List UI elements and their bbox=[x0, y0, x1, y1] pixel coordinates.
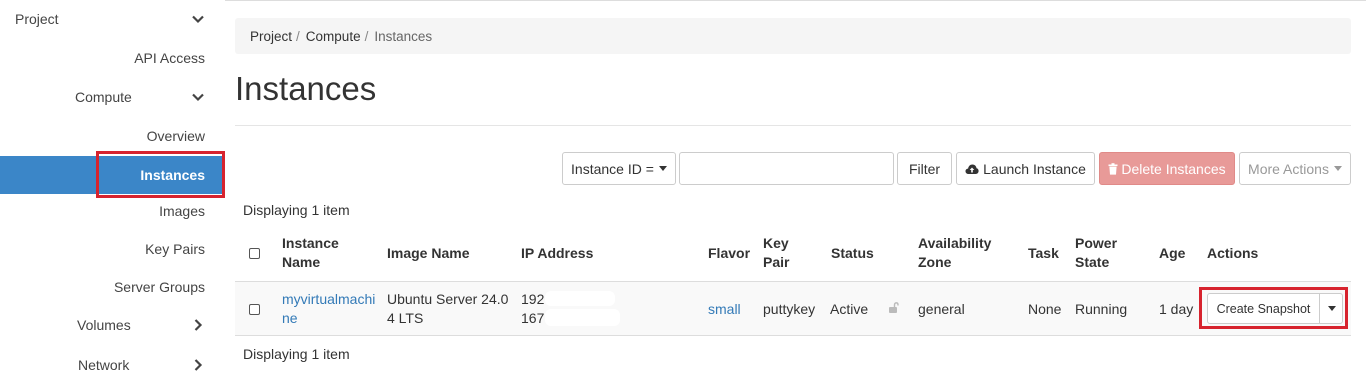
delete-instances-button[interactable]: Delete Instances bbox=[1099, 152, 1235, 185]
task-cell: None bbox=[1028, 301, 1062, 317]
breadcrumb-separator: / bbox=[364, 28, 369, 44]
availability-zone-cell: general bbox=[918, 301, 965, 317]
chevron-right-icon bbox=[194, 359, 203, 371]
sidebar-section-project-label: Project bbox=[15, 11, 59, 27]
cell-line: 4 LTS bbox=[387, 310, 424, 326]
sidebar-section-network[interactable]: Network bbox=[0, 346, 225, 384]
redacted-ip-mask bbox=[545, 291, 615, 306]
filter-field-select[interactable]: Instance ID = bbox=[562, 152, 676, 185]
age-cell: 1 day bbox=[1159, 301, 1194, 317]
launch-instance-button[interactable]: Launch Instance bbox=[956, 152, 1095, 185]
header-line: Zone bbox=[918, 254, 952, 270]
page-title: Instances bbox=[235, 70, 377, 107]
sidebar-item-label: API Access bbox=[134, 50, 205, 66]
cell-line: Ubuntu Server 24.0 bbox=[387, 291, 509, 307]
column-header-availability-zone[interactable]: Availability Zone bbox=[918, 234, 991, 272]
flavor-link[interactable]: small bbox=[708, 300, 741, 319]
cell-line: ne bbox=[282, 310, 298, 326]
sidebar-item-server-groups[interactable]: Server Groups bbox=[0, 268, 225, 306]
sidebar-section-compute[interactable]: Compute bbox=[0, 78, 225, 116]
sidebar-section-compute-label: Compute bbox=[75, 89, 132, 105]
highlight-box-instances bbox=[96, 151, 225, 198]
column-header-task[interactable]: Task bbox=[1028, 244, 1059, 263]
sidebar-item-label: Server Groups bbox=[113, 279, 205, 295]
status-cell: Active bbox=[830, 301, 869, 317]
instance-name-link[interactable]: myvirtualmachi ne bbox=[282, 290, 375, 328]
cell-line: 192 bbox=[521, 291, 545, 307]
filter-field-select-label: Instance ID = bbox=[571, 160, 654, 177]
sidebar-item-label: Images bbox=[159, 203, 205, 219]
caret-down-icon bbox=[658, 166, 667, 171]
chevron-right-icon bbox=[194, 319, 203, 331]
sidebar-item-key-pairs[interactable]: Key Pairs bbox=[0, 230, 225, 268]
sidebar-item-label: Overview bbox=[146, 128, 205, 144]
header-line: Key bbox=[763, 235, 789, 251]
display-count-bottom: Displaying 1 item bbox=[243, 346, 350, 362]
column-header-actions: Actions bbox=[1207, 245, 1259, 261]
sidebar-section-network-label: Network bbox=[78, 357, 130, 373]
display-count-top: Displaying 1 item bbox=[243, 202, 350, 218]
column-header-power-state[interactable]: Power State bbox=[1075, 234, 1117, 272]
sidebar-item-label: Key Pairs bbox=[145, 241, 205, 257]
sidebar-item-api-access[interactable]: API Access bbox=[0, 39, 225, 77]
filter-button[interactable]: Filter bbox=[897, 152, 952, 185]
delete-instances-label: Delete Instances bbox=[1121, 160, 1226, 177]
header-line: Power bbox=[1075, 235, 1118, 251]
cell-line: myvirtualmachi bbox=[282, 291, 376, 307]
chevron-down-icon bbox=[192, 93, 204, 102]
column-header-age[interactable]: Age bbox=[1159, 244, 1185, 263]
column-header-status[interactable]: Status bbox=[831, 244, 874, 263]
power-state-cell: Running bbox=[1075, 301, 1128, 317]
sidebar-item-overview[interactable]: Overview bbox=[0, 117, 225, 155]
breadcrumb: Project / Compute / Instances bbox=[235, 18, 1351, 54]
header-line: Name bbox=[282, 254, 321, 270]
breadcrumb-compute[interactable]: Compute bbox=[306, 29, 361, 44]
redacted-ip-mask bbox=[545, 309, 620, 326]
sidebar-section-volumes-label: Volumes bbox=[77, 317, 131, 333]
filter-button-label: Filter bbox=[908, 160, 941, 177]
row-select-checkbox[interactable] bbox=[249, 304, 260, 315]
key-pair-cell: puttykey bbox=[763, 301, 816, 317]
cell-line: 167 bbox=[521, 310, 545, 326]
cloud-upload-icon bbox=[965, 164, 979, 174]
chevron-down-icon bbox=[192, 15, 204, 24]
column-header-instance-name[interactable]: Instance Name bbox=[282, 234, 339, 272]
ip-address-cell: 192 167 bbox=[521, 290, 544, 328]
select-all-checkbox[interactable] bbox=[249, 248, 260, 259]
header-line: Instance bbox=[282, 235, 339, 251]
breadcrumb-project[interactable]: Project bbox=[250, 29, 292, 44]
more-actions-button[interactable]: More Actions bbox=[1239, 152, 1351, 185]
title-divider bbox=[235, 125, 1351, 126]
more-actions-label: More Actions bbox=[1248, 160, 1329, 177]
sidebar-section-project[interactable]: Project bbox=[0, 0, 225, 38]
breadcrumb-instances: Instances bbox=[374, 28, 433, 44]
sidebar-section-volumes[interactable]: Volumes bbox=[0, 306, 225, 344]
caret-down-icon bbox=[1333, 166, 1342, 171]
breadcrumb-separator: / bbox=[296, 28, 300, 44]
trash-icon bbox=[1108, 162, 1118, 175]
launch-instance-label: Launch Instance bbox=[983, 160, 1086, 177]
highlight-box-create-snapshot bbox=[1199, 287, 1348, 329]
column-header-image-name[interactable]: Image Name bbox=[387, 244, 469, 263]
unlock-icon bbox=[889, 302, 899, 313]
filter-input[interactable] bbox=[679, 152, 894, 185]
header-line: Pair bbox=[763, 254, 790, 270]
image-name-cell: Ubuntu Server 24.0 4 LTS bbox=[387, 290, 508, 328]
column-header-flavor[interactable]: Flavor bbox=[708, 244, 750, 263]
header-line: Availability bbox=[918, 235, 992, 251]
header-line: State bbox=[1075, 254, 1110, 270]
column-header-key-pair[interactable]: Key Pair bbox=[763, 234, 789, 272]
column-header-ip-address[interactable]: IP Address bbox=[521, 244, 593, 263]
